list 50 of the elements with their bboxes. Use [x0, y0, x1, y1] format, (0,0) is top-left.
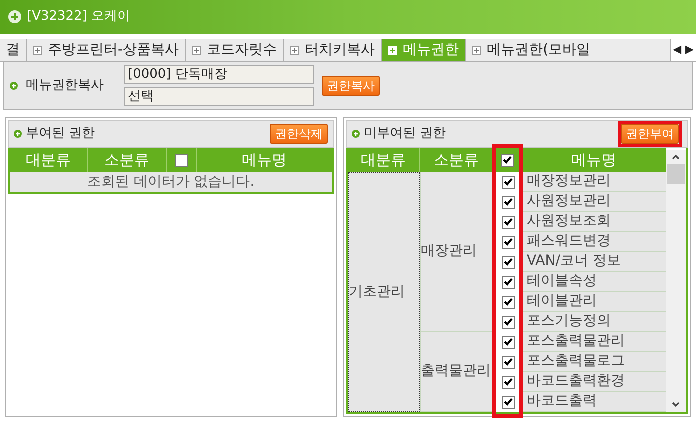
checkbox[interactable] [502, 296, 515, 308]
tab[interactable]: 코드자릿수 [186, 39, 284, 61]
plus-icon [8, 10, 22, 24]
target-store-field[interactable]: 선택 [124, 87, 314, 106]
source-store-field[interactable]: [0000] 단독매장 [124, 65, 314, 84]
column-header: 메뉴명 [570, 150, 618, 171]
table-cell: 사원정보조회 [522, 212, 666, 232]
bullet-icon [352, 130, 360, 138]
tab[interactable]: 터치키복사 [284, 39, 382, 61]
table-cell: 테이블관리 [522, 292, 666, 312]
table-cell: 바코드출력환경 [522, 372, 666, 392]
checkbox[interactable] [502, 176, 515, 188]
table-cell: 매장관리 [421, 172, 494, 332]
checkbox[interactable] [502, 376, 515, 388]
checkbox[interactable] [501, 154, 514, 166]
tab-next-button[interactable]: ▶ [684, 39, 696, 61]
table-cell: 포스출력물관리 [522, 332, 666, 352]
bullet-icon [14, 130, 22, 138]
table-cell: 출력물관리 [421, 332, 494, 412]
panel-title: 미부여된 권한 [364, 125, 448, 144]
table-cell: 기초관리 [348, 172, 420, 412]
table-cell: 포스기능정의 [522, 312, 666, 332]
table-cell: 포스출력물로그 [522, 352, 666, 372]
copy-label: 메뉴권한복사 [26, 76, 105, 95]
empty-message: 조회된 데이터가 없습니다. [10, 172, 332, 192]
tab[interactable]: 결 [0, 39, 27, 61]
window-title: [V32322] 오케이 [27, 8, 131, 26]
column-header: 메뉴명 [241, 150, 288, 171]
tab[interactable]: 주방프린터-상품복사 [27, 39, 186, 61]
table-cell: 사원정보관리 [522, 192, 666, 212]
tab-prev-button[interactable]: ◀ [671, 39, 684, 61]
panel-title: 부여된 권한 [26, 125, 96, 144]
checkbox[interactable] [502, 336, 515, 348]
checkbox[interactable] [175, 154, 188, 166]
table-cell: 바코드출력 [522, 392, 666, 412]
checkbox[interactable] [502, 196, 515, 208]
table-cell: 테이블속성 [522, 272, 666, 292]
tab[interactable]: 메뉴권한(모바일 [466, 39, 672, 61]
checkbox[interactable] [502, 236, 515, 248]
checkbox[interactable] [502, 316, 515, 328]
checkbox[interactable] [502, 276, 515, 288]
table-cell: 패스워드변경 [522, 232, 666, 252]
bullet-icon [10, 82, 18, 90]
checkbox[interactable] [502, 396, 515, 408]
checkbox[interactable] [502, 356, 515, 368]
checkbox[interactable] [502, 216, 515, 228]
table-cell: VAN/코너 정보 [522, 252, 666, 272]
scroll-thumb[interactable] [667, 164, 685, 184]
checkbox[interactable] [502, 256, 515, 268]
table-cell: 매장정보관리 [522, 172, 666, 192]
